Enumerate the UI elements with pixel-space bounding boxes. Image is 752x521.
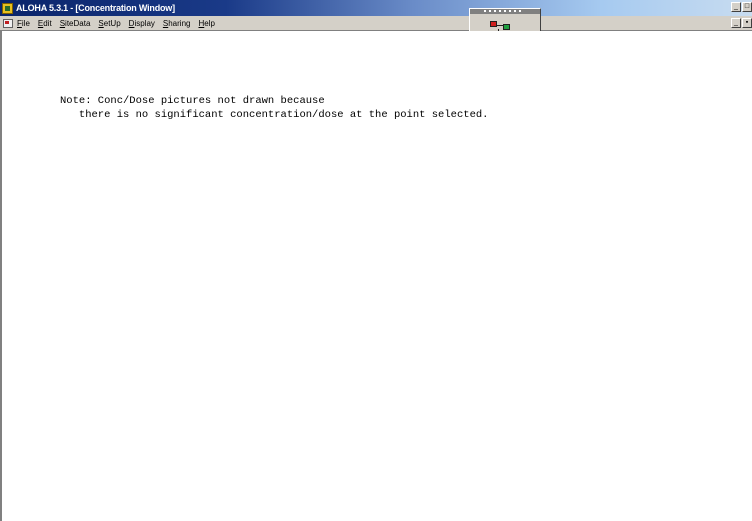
aloha-window: ALOHA 5.3.1 - [Concentration Window] _ □… — [0, 0, 752, 521]
menu-sitedata[interactable]: SiteData — [60, 19, 91, 28]
minimize-button[interactable]: _ — [731, 2, 741, 12]
palette-red-node — [490, 21, 497, 27]
menu-file[interactable]: File — [17, 19, 30, 28]
doc-restore-button[interactable]: ▪ — [742, 18, 752, 28]
document-controls: _ ▪ — [731, 18, 752, 28]
maximize-button[interactable]: □ — [742, 2, 752, 12]
title-controls: _ □ — [731, 2, 752, 12]
menu-display[interactable]: Display — [129, 19, 155, 28]
message-line-2: there is no significant concentration/do… — [60, 109, 489, 121]
window-title: ALOHA 5.3.1 - [Concentration Window] — [16, 3, 175, 13]
doc-minimize-button[interactable]: _ — [731, 18, 741, 28]
menu-bar: File Edit SiteData SetUp Display Sharing… — [0, 16, 752, 31]
palette-green-node — [503, 24, 510, 30]
document-icon[interactable] — [3, 18, 13, 28]
concentration-window-content: Note: Conc/Dose pictures not drawn becau… — [0, 31, 752, 521]
menu-setup[interactable]: SetUp — [98, 19, 120, 28]
menu-help[interactable]: Help — [198, 19, 214, 28]
menu-edit[interactable]: Edit — [38, 19, 52, 28]
message-line-1: Note: Conc/Dose pictures not drawn becau… — [60, 95, 325, 107]
aloha-app-icon[interactable] — [2, 2, 13, 14]
message-text: Note: Conc/Dose pictures not drawn becau… — [60, 94, 488, 122]
title-bar[interactable]: ALOHA 5.3.1 - [Concentration Window] _ □ — [0, 0, 752, 16]
menu-sharing[interactable]: Sharing — [163, 19, 191, 28]
palette-drag-handle[interactable] — [470, 9, 540, 14]
